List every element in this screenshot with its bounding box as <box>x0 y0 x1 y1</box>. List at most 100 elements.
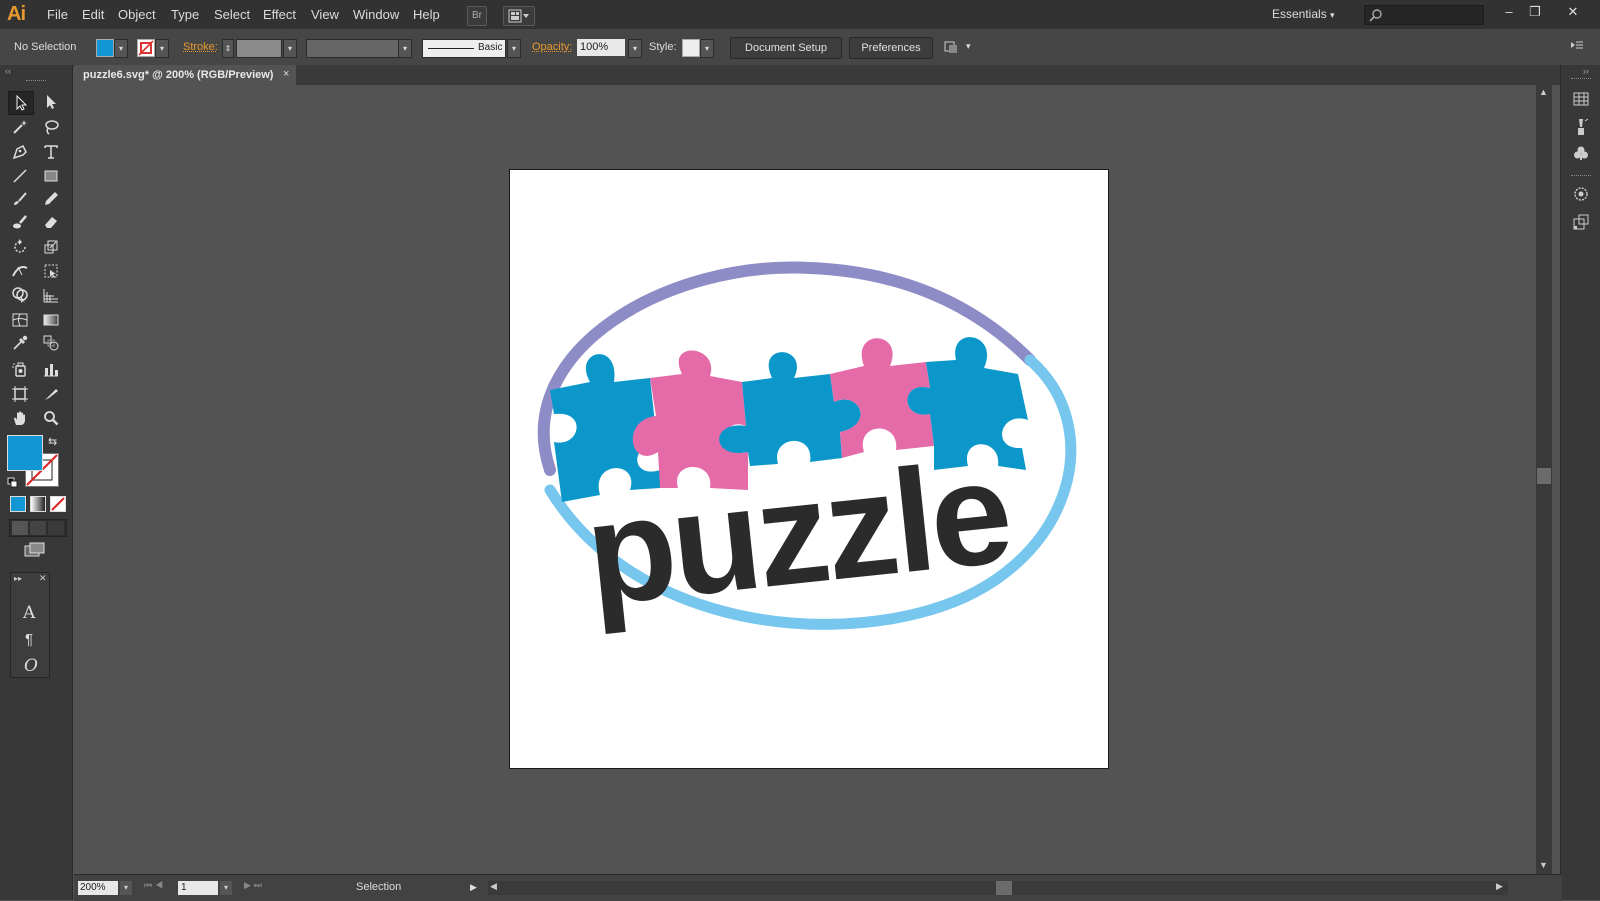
brush-dropdown[interactable]: ▾ <box>507 39 521 58</box>
draw-inside-icon[interactable] <box>48 521 64 535</box>
eyedropper-tool[interactable] <box>8 332 32 354</box>
default-fill-stroke-icon[interactable] <box>7 477 19 492</box>
gradient-tool[interactable] <box>39 309 63 331</box>
stroke-label[interactable]: Stroke: <box>183 41 218 53</box>
hand-tool[interactable] <box>8 407 32 429</box>
artboard-dropdown[interactable]: ▾ <box>220 881 232 895</box>
slice-tool[interactable] <box>39 383 63 405</box>
appearance-panel-icon[interactable] <box>1573 186 1589 205</box>
close-panel-icon[interactable]: ✕ <box>39 573 47 584</box>
zoom-tool[interactable] <box>39 407 63 429</box>
swap-fill-stroke-icon[interactable]: ⇆ <box>48 435 57 448</box>
menu-type[interactable]: Type <box>171 7 199 22</box>
shape-builder-tool[interactable] <box>8 284 32 306</box>
status-menu-arrow[interactable]: ▶ <box>470 882 477 893</box>
perspective-grid-tool[interactable] <box>39 284 63 306</box>
menu-edit[interactable]: Edit <box>82 7 104 22</box>
close-window-button[interactable]: ✕ <box>1561 2 1585 22</box>
stroke-weight-field[interactable] <box>236 39 282 58</box>
scroll-up-arrow[interactable]: ▲ <box>1539 87 1548 97</box>
menu-select[interactable]: Select <box>214 7 250 22</box>
fill-dropdown[interactable]: ▾ <box>114 39 128 58</box>
symbols-panel-icon[interactable] <box>1573 145 1589 164</box>
screen-mode-icon[interactable] <box>24 542 46 561</box>
blend-tool[interactable] <box>39 332 63 354</box>
status-tool-area[interactable]: Selection ▶ <box>274 881 484 895</box>
close-tab-icon[interactable]: × <box>283 68 289 80</box>
menu-file[interactable]: File <box>47 7 68 22</box>
color-mode-button[interactable] <box>10 496 26 512</box>
restore-button[interactable]: ❐ <box>1523 2 1547 22</box>
control-panel-menu-arrow[interactable]: ▾ <box>966 41 971 52</box>
none-mode-button[interactable] <box>50 496 66 512</box>
collapse-arrows-icon[interactable]: ‹‹ <box>5 66 11 76</box>
horizontal-scrollbar[interactable]: ◀ ▶ <box>488 881 1508 895</box>
menu-effect[interactable]: Effect <box>263 7 296 22</box>
scroll-down-arrow[interactable]: ▼ <box>1539 860 1548 870</box>
pencil-tool[interactable] <box>39 188 63 210</box>
paintbrush-tool[interactable] <box>8 188 32 210</box>
document-setup-button[interactable]: Document Setup <box>730 37 842 59</box>
rectangle-tool[interactable] <box>39 165 63 187</box>
fill-color-box[interactable] <box>7 435 43 471</box>
vertical-scroll-thumb[interactable] <box>1537 468 1551 484</box>
line-segment-tool[interactable] <box>8 165 32 187</box>
stroke-swatch[interactable] <box>137 39 155 57</box>
artboard-next-last-icons[interactable]: ▶⏭ <box>244 880 265 891</box>
stroke-dropdown[interactable]: ▾ <box>155 39 169 58</box>
scale-tool[interactable] <box>39 236 63 258</box>
preferences-button[interactable]: Preferences <box>849 37 933 59</box>
arrange-icon[interactable] <box>944 40 958 57</box>
artboard-tool[interactable] <box>8 383 32 405</box>
collapse-dock-arrows-icon[interactable]: ›› <box>1583 66 1589 76</box>
draw-behind-icon[interactable] <box>30 521 46 535</box>
vertical-scrollbar[interactable]: ▲ ▼ <box>1536 85 1552 874</box>
direct-selection-tool[interactable] <box>39 91 63 113</box>
character-panel-icon[interactable]: A <box>23 603 35 623</box>
free-transform-tool[interactable] <box>39 260 63 282</box>
paragraph-panel-icon[interactable]: ¶ <box>25 631 33 648</box>
opentype-panel-icon[interactable]: O <box>24 656 38 676</box>
stroke-weight-stepper[interactable]: ⇕ <box>222 39 234 58</box>
variable-width-profile[interactable] <box>306 39 400 58</box>
type-tool[interactable] <box>39 141 63 163</box>
width-tool[interactable] <box>8 260 32 282</box>
opacity-label[interactable]: Opacity: <box>532 41 572 53</box>
column-graph-tool[interactable] <box>39 358 63 380</box>
pen-tool[interactable] <box>8 141 32 163</box>
arrange-documents-button[interactable] <box>503 6 535 26</box>
draw-normal-icon[interactable] <box>12 521 28 535</box>
puzzle-logo-artwork[interactable]: puzzle <box>510 170 1108 768</box>
document-tab[interactable]: puzzle6.svg* @ 200% (RGB/Preview) <box>74 65 296 85</box>
artboard-first-prev-icons[interactable]: ⏮◀ <box>144 880 166 891</box>
blob-brush-tool[interactable] <box>8 211 32 233</box>
panel-menu-icon[interactable] <box>1570 39 1584 56</box>
stroke-weight-dropdown[interactable]: ▾ <box>283 39 297 58</box>
eraser-tool[interactable] <box>39 211 63 233</box>
mesh-tool[interactable] <box>8 309 32 331</box>
artboard[interactable]: puzzle <box>509 169 1109 769</box>
zoom-dropdown[interactable]: ▾ <box>120 881 132 895</box>
brush-definition[interactable]: Basic <box>422 39 506 58</box>
brushes-panel-icon[interactable] <box>1573 118 1589 139</box>
transform-panel-icon[interactable] <box>1573 214 1589 233</box>
workspace-switcher[interactable]: Essentials ▾ <box>1272 7 1335 21</box>
symbol-sprayer-tool[interactable] <box>8 358 32 380</box>
zoom-level-field[interactable]: 200% <box>78 881 118 895</box>
lasso-tool[interactable] <box>39 116 63 138</box>
profile-dropdown[interactable]: ▾ <box>398 39 412 58</box>
fill-swatch[interactable] <box>96 39 114 57</box>
horizontal-scroll-thumb[interactable] <box>996 881 1012 895</box>
menu-object[interactable]: Object <box>118 7 156 22</box>
opacity-dropdown[interactable]: ▾ <box>628 39 642 58</box>
expand-panel-icon[interactable]: ▸▸ <box>14 574 22 583</box>
selection-tool[interactable] <box>8 91 34 115</box>
style-swatch[interactable] <box>682 39 700 57</box>
bridge-button[interactable]: Br <box>467 6 487 26</box>
scroll-right-arrow[interactable]: ▶ <box>1496 881 1503 892</box>
style-dropdown[interactable]: ▾ <box>700 39 714 58</box>
scroll-left-arrow[interactable]: ◀ <box>490 881 497 892</box>
dock-grip-2[interactable] <box>1571 175 1591 176</box>
artboard-number-field[interactable]: 1 <box>178 881 218 895</box>
swatches-panel-icon[interactable] <box>1573 92 1589 109</box>
